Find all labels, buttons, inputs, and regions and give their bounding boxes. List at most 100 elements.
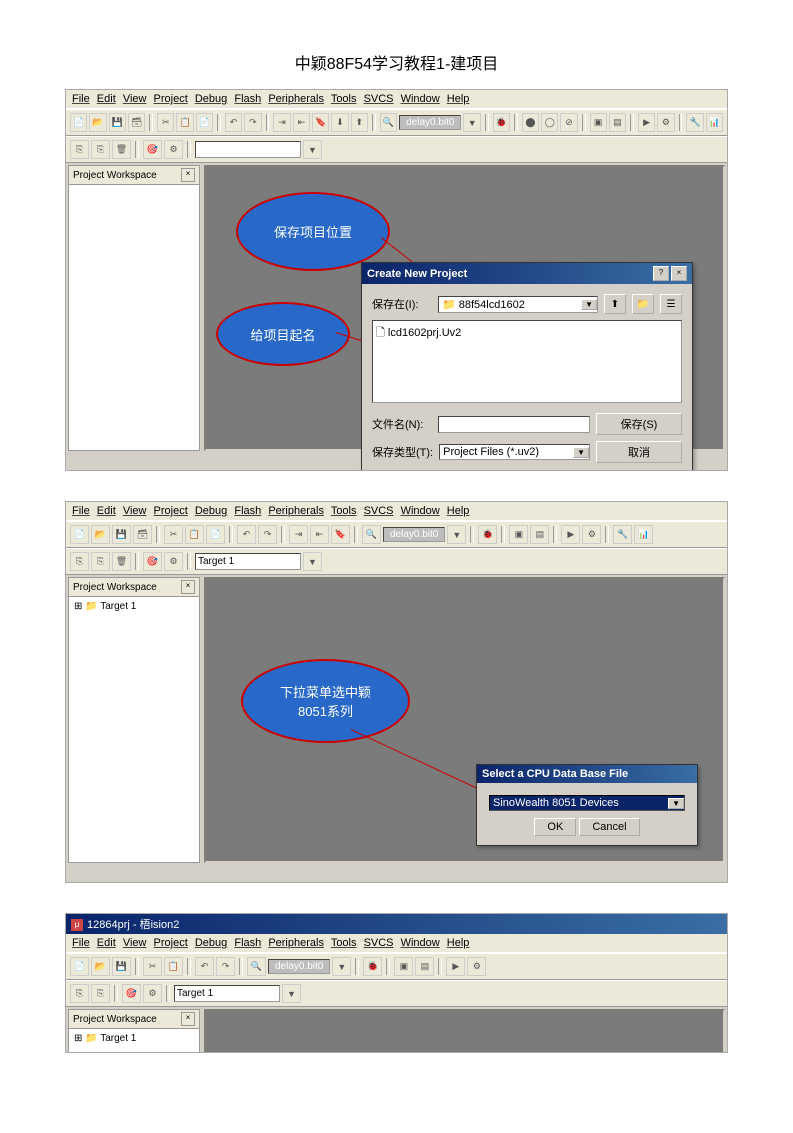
bookmark-prev-icon[interactable]: ⬆ <box>351 113 368 132</box>
menu-view[interactable]: View <box>123 937 147 949</box>
find-icon[interactable]: 🔍 <box>362 525 381 544</box>
menu-window[interactable]: Window <box>401 505 440 517</box>
file-list[interactable]: 🗋 lcd1602prj.Uv2 <box>372 320 682 403</box>
findnext-icon[interactable]: ▼ <box>332 957 351 976</box>
config-icon[interactable]: ⚙ <box>467 957 486 976</box>
cancel-button[interactable]: Cancel <box>579 818 639 836</box>
save-button[interactable]: 保存(S) <box>596 413 682 435</box>
menu-peripherals[interactable]: Peripherals <box>268 937 324 949</box>
tool2-icon[interactable]: 📊 <box>706 113 723 132</box>
find-icon[interactable]: 🔍 <box>380 113 397 132</box>
undo-icon[interactable]: ↶ <box>225 113 242 132</box>
open-icon[interactable]: 📂 <box>91 957 110 976</box>
menu-tools[interactable]: Tools <box>331 937 357 949</box>
tool1-icon[interactable]: 🔧 <box>613 525 632 544</box>
cpu-combo[interactable]: SinoWealth 8051 Devices <box>489 795 685 811</box>
config-icon[interactable]: ⚙ <box>582 525 601 544</box>
redo-icon[interactable]: ↷ <box>244 113 261 132</box>
redo-icon[interactable]: ↷ <box>258 525 277 544</box>
cut-icon[interactable]: ✂ <box>157 113 174 132</box>
menu-project[interactable]: Project <box>154 505 188 517</box>
new-icon[interactable]: 📄 <box>70 957 89 976</box>
options-icon[interactable]: ⚙ <box>164 140 183 159</box>
debug-icon[interactable]: 🐞 <box>363 957 382 976</box>
saveall-icon[interactable]: 🗃 <box>128 113 145 132</box>
menu-tools[interactable]: Tools <box>331 505 357 517</box>
menu-flash[interactable]: Flash <box>234 93 261 105</box>
cancel-button[interactable]: 取消 <box>596 441 682 463</box>
tree-item-target[interactable]: Target 1 <box>72 1032 196 1045</box>
clean-icon[interactable]: 🗑 <box>112 140 131 159</box>
find-field[interactable]: delay0.bit0 <box>399 115 461 130</box>
run-icon[interactable]: ▶ <box>638 113 655 132</box>
window1-icon[interactable]: ▣ <box>394 957 413 976</box>
new-icon[interactable]: 📄 <box>70 113 87 132</box>
menu-svcs[interactable]: SVCS <box>364 505 394 517</box>
find-field[interactable]: delay0.bit0 <box>268 959 330 974</box>
ok-button[interactable]: OK <box>534 818 576 836</box>
menu-debug[interactable]: Debug <box>195 937 227 949</box>
save-icon[interactable]: 💾 <box>112 957 131 976</box>
window1-icon[interactable]: ▣ <box>509 525 528 544</box>
target-icon[interactable]: 🎯 <box>143 140 162 159</box>
save-in-combo[interactable]: 📁 88f54lcd1602 <box>438 296 598 313</box>
menu-svcs[interactable]: SVCS <box>364 937 394 949</box>
menu-help[interactable]: Help <box>447 93 470 105</box>
menu-debug[interactable]: Debug <box>195 505 227 517</box>
saveall-icon[interactable]: 🗃 <box>133 525 152 544</box>
menu-file[interactable]: File <box>72 505 90 517</box>
build-icon[interactable]: ⎘ <box>70 984 89 1003</box>
rebuild-icon[interactable]: ⎘ <box>91 984 110 1003</box>
bookmark-icon[interactable]: 🔖 <box>331 525 350 544</box>
find-icon[interactable]: 🔍 <box>247 957 266 976</box>
save-icon[interactable]: 💾 <box>109 113 126 132</box>
indent-icon[interactable]: ⇥ <box>273 113 290 132</box>
findnext-icon[interactable]: ▼ <box>463 113 480 132</box>
up-folder-icon[interactable]: ⬆ <box>604 294 626 314</box>
tree-item-target[interactable]: Target 1 <box>72 600 196 613</box>
menu-tools[interactable]: Tools <box>331 93 357 105</box>
menu-help[interactable]: Help <box>447 937 470 949</box>
rebuild-icon[interactable]: ⎘ <box>91 140 110 159</box>
open-icon[interactable]: 📂 <box>91 525 110 544</box>
tool1-icon[interactable]: 🔧 <box>686 113 703 132</box>
target-icon[interactable]: 🎯 <box>122 984 141 1003</box>
window2-icon[interactable]: ▤ <box>415 957 434 976</box>
menu-project[interactable]: Project <box>154 937 188 949</box>
indent-icon[interactable]: ⇥ <box>289 525 308 544</box>
save-icon[interactable]: 💾 <box>112 525 131 544</box>
undo-icon[interactable]: ↶ <box>237 525 256 544</box>
menu-file[interactable]: File <box>72 937 90 949</box>
dropdown-icon[interactable]: ▼ <box>282 984 301 1003</box>
bookmark-next-icon[interactable]: ⬇ <box>331 113 348 132</box>
options-icon[interactable]: ⚙ <box>164 552 183 571</box>
open-icon[interactable]: 📂 <box>89 113 106 132</box>
menu-peripherals[interactable]: Peripherals <box>268 93 324 105</box>
menu-help[interactable]: Help <box>447 505 470 517</box>
debug-icon[interactable]: 🐞 <box>493 113 510 132</box>
copy-icon[interactable]: 📋 <box>164 957 183 976</box>
cut-icon[interactable]: ✂ <box>143 957 162 976</box>
target-select[interactable] <box>174 985 280 1002</box>
menu-peripherals[interactable]: Peripherals <box>268 505 324 517</box>
menu-view[interactable]: View <box>123 93 147 105</box>
menu-flash[interactable]: Flash <box>234 505 261 517</box>
outdent-icon[interactable]: ⇤ <box>310 525 329 544</box>
paste-icon[interactable]: 📄 <box>206 525 225 544</box>
copy-icon[interactable]: 📋 <box>176 113 193 132</box>
window1-icon[interactable]: ▣ <box>590 113 607 132</box>
window2-icon[interactable]: ▤ <box>530 525 549 544</box>
menu-debug[interactable]: Debug <box>195 93 227 105</box>
bookmark-icon[interactable]: 🔖 <box>312 113 329 132</box>
close-icon[interactable]: × <box>181 580 195 594</box>
find-field[interactable]: delay0.bit0 <box>383 527 445 542</box>
config-icon[interactable]: ⚙ <box>657 113 674 132</box>
clean-icon[interactable]: 🗑 <box>112 552 131 571</box>
bp2-icon[interactable]: ◯ <box>541 113 558 132</box>
menu-window[interactable]: Window <box>401 937 440 949</box>
file-item[interactable]: 🗋 lcd1602prj.Uv2 <box>376 324 678 343</box>
tool2-icon[interactable]: 📊 <box>634 525 653 544</box>
build-icon[interactable]: ⎘ <box>70 140 89 159</box>
redo-icon[interactable]: ↷ <box>216 957 235 976</box>
paste-icon[interactable]: 📄 <box>196 113 213 132</box>
